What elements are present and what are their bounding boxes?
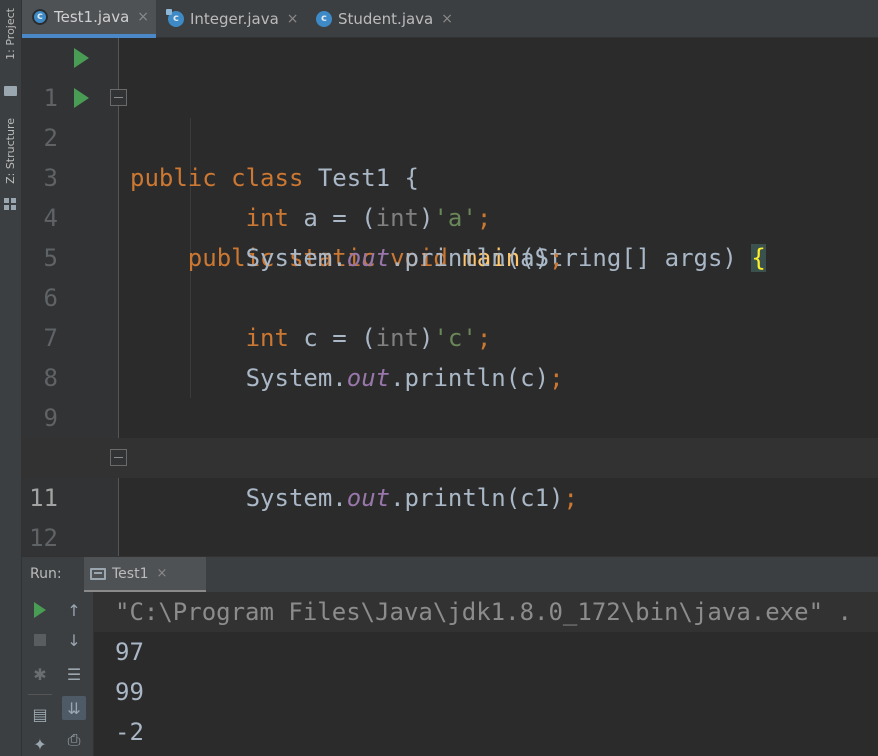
- close-icon[interactable]: ×: [137, 9, 149, 25]
- run-toolbar: ↑ ↓ ✱ ☰ ▤ ⇊ ✦ ⎙: [22, 592, 94, 756]
- fold-icon[interactable]: [110, 89, 127, 106]
- run-tab-label: Test1: [112, 565, 149, 582]
- console-icon: [90, 567, 106, 580]
- fold-icon[interactable]: [110, 449, 127, 466]
- close-icon[interactable]: ×: [156, 566, 167, 581]
- code-line-3[interactable]: 3 int a = (int)'a';: [22, 118, 878, 232]
- scroll-to-end-icon[interactable]: ⇊: [62, 696, 86, 720]
- run-panel-header: Run: Test1 ×: [22, 556, 878, 593]
- run-tab-test1[interactable]: Test1 ×: [84, 557, 206, 593]
- code-line-6[interactable]: 6 int c = (int)'c';: [22, 238, 878, 352]
- layout-icon[interactable]: ▤: [28, 702, 52, 726]
- code-line-1[interactable]: 1 public class Test1 {: [22, 38, 878, 192]
- editor-tab-bar: c Test1.java × c Integer.java × c Studen…: [22, 0, 878, 38]
- code-line-2[interactable]: 2 public static void main(String[] args)…: [22, 78, 878, 272]
- tab-label: Integer.java: [190, 10, 279, 28]
- soft-wrap-icon[interactable]: ☰: [62, 662, 86, 686]
- close-icon[interactable]: ×: [441, 11, 453, 27]
- tab-student-java[interactable]: c Student.java ×: [306, 0, 456, 38]
- java-class-icon: c: [166, 9, 184, 27]
- project-tool-tab[interactable]: 1: Project: [0, 8, 22, 98]
- code-line-9[interactable]: 9 int c1 = "a".compareTo("c");: [22, 358, 878, 472]
- tab-label: Student.java: [338, 10, 434, 28]
- tab-integer-java[interactable]: c Integer.java ×: [158, 0, 304, 38]
- bug-icon[interactable]: ✱: [28, 662, 52, 686]
- code-line-5[interactable]: 5: [22, 198, 878, 272]
- down-arrow-icon[interactable]: ↓: [62, 628, 86, 652]
- code-line-11[interactable]: 11 }: [22, 438, 878, 512]
- folder-icon: [4, 86, 17, 96]
- code-line-8[interactable]: 8: [22, 318, 878, 392]
- code-line-10[interactable]: 10 System.out.println(c1);: [22, 398, 878, 512]
- up-arrow-icon[interactable]: ↑: [62, 598, 86, 622]
- code-line-4[interactable]: 4 System.out.println(a);: [22, 158, 878, 272]
- run-label: Run:: [30, 566, 62, 582]
- console-command-line: "C:\Program Files\Java\jdk1.8.0_172\bin\…: [94, 592, 878, 632]
- console-output-line: 97: [115, 638, 144, 666]
- code-editor[interactable]: 1 public class Test1 { 2 public static v…: [22, 38, 878, 556]
- java-class-icon: c: [316, 11, 332, 27]
- rerun-button[interactable]: [28, 598, 52, 622]
- run-console[interactable]: "C:\Program Files\Java\jdk1.8.0_172\bin\…: [94, 592, 878, 756]
- toolbar-separator: [28, 694, 52, 695]
- structure-tool-label: Z: Structure: [4, 118, 17, 184]
- project-tool-label: 1: Project: [4, 8, 17, 60]
- stop-button[interactable]: [28, 628, 52, 652]
- console-output-line: 99: [115, 678, 144, 706]
- structure-tool-tab[interactable]: Z: Structure: [0, 118, 22, 218]
- run-arrow-icon[interactable]: [74, 88, 89, 108]
- pin-icon[interactable]: ✦: [28, 732, 52, 756]
- print-icon[interactable]: ⎙: [62, 728, 86, 752]
- tab-test1-java[interactable]: c Test1.java ×: [22, 0, 156, 38]
- run-arrow-icon[interactable]: [74, 48, 89, 68]
- left-tool-strip: 1: Project Z: Structure: [0, 0, 22, 756]
- java-class-icon: c: [32, 9, 48, 25]
- code-line-7[interactable]: 7 System.out.println(c);: [22, 278, 878, 392]
- code-line-13[interactable]: 13: [22, 518, 878, 556]
- console-output-line: -2: [115, 718, 144, 746]
- close-icon[interactable]: ×: [287, 11, 299, 27]
- structure-icon: [4, 198, 16, 210]
- code-line-12[interactable]: 12 }: [22, 478, 878, 552]
- tab-label: Test1.java: [54, 8, 130, 26]
